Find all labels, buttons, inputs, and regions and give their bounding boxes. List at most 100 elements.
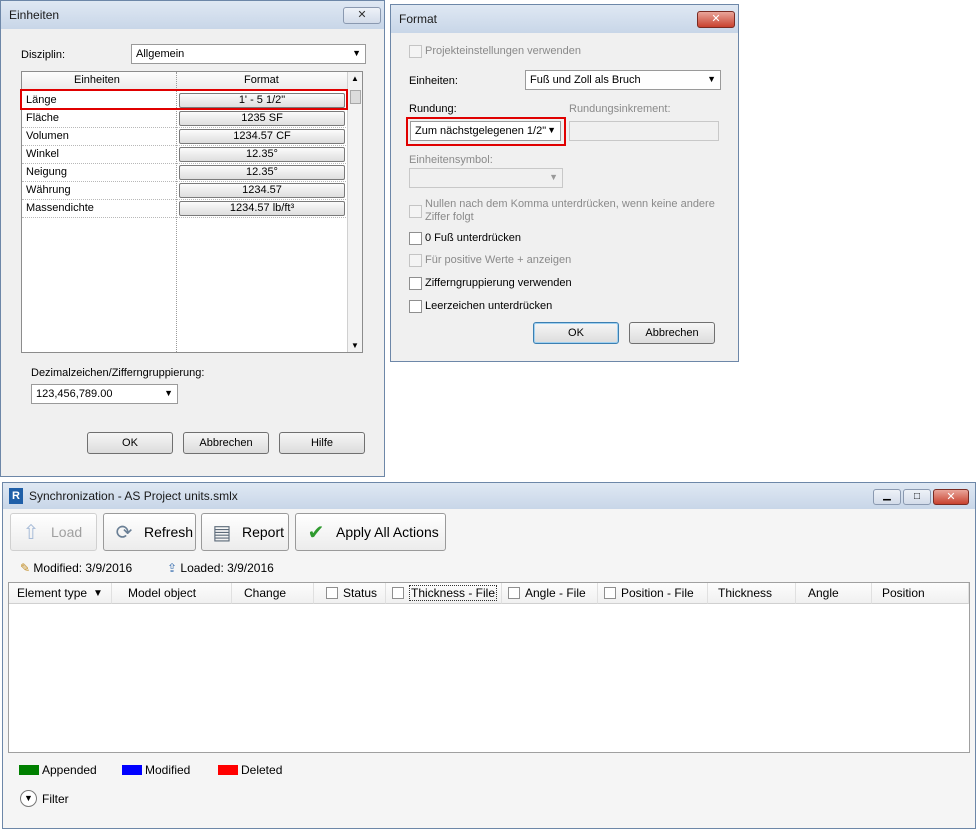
- col-thickness-file-label: Thickness - File: [409, 585, 498, 601]
- gruppierung-checkbox[interactable]: [409, 277, 422, 290]
- thickness-file-header-checkbox[interactable]: [392, 587, 404, 599]
- einheiten-title: Einheiten: [9, 8, 60, 22]
- sync-title: Synchronization - AS Project units.smlx: [29, 489, 238, 503]
- format-button[interactable]: 1235 SF: [179, 111, 345, 126]
- col-thickness-label: Thickness: [718, 586, 773, 600]
- rundungsinkrement-input[interactable]: [569, 121, 719, 141]
- apply-all-button[interactable]: ✔ Apply All Actions: [295, 513, 446, 551]
- format-button[interactable]: 1234.57: [179, 183, 345, 198]
- col-position-file[interactable]: Position - File: [598, 583, 708, 604]
- projekt-checkbox[interactable]: [409, 45, 422, 58]
- position-file-header-checkbox[interactable]: [604, 587, 616, 599]
- col-thickness-file[interactable]: Thickness - File: [386, 583, 502, 604]
- legend-appended-label: Appended: [42, 763, 97, 777]
- format-button[interactable]: 12.35°: [179, 165, 345, 180]
- unit-name: Neigung: [26, 166, 67, 178]
- refresh-icon: ⟳: [115, 521, 133, 544]
- nullen-label-line2: Ziffer folgt: [425, 211, 474, 223]
- disziplin-select[interactable]: Allgemein ▼: [131, 44, 366, 64]
- ok-button[interactable]: OK: [533, 322, 619, 344]
- einheiten-dialog: Einheiten ✕ Disziplin: Allgemein ▼ Einhe…: [0, 0, 385, 477]
- unit-name: Fläche: [26, 112, 60, 124]
- nullen-checkbox[interactable]: [409, 205, 422, 218]
- format-button[interactable]: 12.35°: [179, 147, 345, 162]
- maximize-icon[interactable]: □: [903, 489, 931, 505]
- highlight-rundung: [406, 117, 566, 146]
- unit-row-flaeche[interactable]: Fläche 1235 SF: [22, 110, 348, 128]
- col-position-file-label: Position - File: [621, 586, 694, 600]
- chevron-down-icon: ▼: [549, 172, 558, 182]
- report-label: Report: [242, 524, 285, 540]
- col-position-label: Position: [882, 586, 925, 600]
- decimal-select[interactable]: 123,456,789.00 ▼: [31, 384, 178, 404]
- unit-row-waehrung[interactable]: Währung 1234.57: [22, 182, 348, 200]
- col-status[interactable]: Status: [314, 583, 386, 604]
- legend-modified: Modified: [122, 763, 190, 777]
- cancel-button[interactable]: Abbrechen: [183, 432, 269, 454]
- sort-desc-icon: ▼: [93, 587, 103, 599]
- scroll-up-icon[interactable]: ▲: [351, 74, 359, 83]
- ok-button[interactable]: OK: [87, 432, 173, 454]
- gruppierung-label: Zifferngruppierung verwenden: [425, 277, 572, 289]
- format-button[interactable]: 1234.57 lb/ft³: [179, 201, 345, 216]
- highlight-laenge: [20, 89, 348, 110]
- loaded-icon: ⇪: [167, 561, 178, 575]
- report-button[interactable]: ▤ Report: [201, 513, 289, 551]
- col-model-object-label: Model object: [128, 586, 197, 600]
- help-button[interactable]: Hilfe: [279, 432, 365, 454]
- col-element-type[interactable]: Element type ▼: [9, 583, 112, 604]
- disziplin-label: Disziplin:: [21, 49, 66, 61]
- chevron-down-circle-icon: ▼: [20, 790, 37, 807]
- einheiten-value: Fuß und Zoll als Bruch: [530, 74, 641, 86]
- col-change-label: Change: [244, 586, 287, 600]
- col-angle-file[interactable]: Angle - File: [502, 583, 598, 604]
- close-icon[interactable]: ✕: [697, 11, 735, 28]
- filter-toggle[interactable]: ▼ Filter: [20, 790, 69, 807]
- positive-checkbox[interactable]: [409, 254, 422, 267]
- format-dialog: Format ✕ Projekteinstellungen verwenden …: [390, 4, 739, 362]
- unit-row-massendichte[interactable]: Massendichte 1234.57 lb/ft³: [22, 200, 348, 218]
- filter-label: Filter: [42, 791, 69, 806]
- col-element-type-label: Element type: [17, 586, 88, 600]
- apply-all-label: Apply All Actions: [336, 524, 439, 540]
- deleted-swatch: [218, 765, 238, 775]
- revit-app-icon: R: [9, 488, 23, 504]
- unit-row-winkel[interactable]: Winkel 12.35°: [22, 146, 348, 164]
- load-button[interactable]: ⇧ Load: [10, 513, 97, 551]
- col-angle[interactable]: Angle: [796, 583, 872, 604]
- leerzeichen-checkbox[interactable]: [409, 300, 422, 313]
- unit-name: Winkel: [26, 148, 60, 160]
- positive-label: Für positive Werte + anzeigen: [425, 254, 572, 266]
- unit-name: Volumen: [26, 130, 69, 142]
- loaded-label: Loaded: 3/9/2016: [180, 561, 274, 575]
- null-fuss-checkbox[interactable]: [409, 232, 422, 245]
- close-icon[interactable]: ✕: [933, 489, 969, 505]
- rundungsinkrement-label: Rundungsinkrement:: [569, 103, 671, 115]
- minimize-icon[interactable]: ▁: [873, 489, 901, 505]
- close-icon[interactable]: ✕: [343, 7, 381, 24]
- einheiten-select[interactable]: Fuß und Zoll als Bruch ▼: [525, 70, 721, 90]
- col-thickness[interactable]: Thickness: [708, 583, 796, 604]
- status-header-checkbox[interactable]: [326, 587, 338, 599]
- symbol-select[interactable]: ▼: [409, 168, 563, 188]
- cancel-button[interactable]: Abbrechen: [629, 322, 715, 344]
- format-button[interactable]: 1234.57 CF: [179, 129, 345, 144]
- grid-header: Einheiten Format: [22, 72, 348, 90]
- col-position[interactable]: Position: [872, 583, 969, 604]
- angle-file-header-checkbox[interactable]: [508, 587, 520, 599]
- vertical-scrollbar[interactable]: ▲ ▼: [347, 72, 362, 352]
- modified-info: ✎ Modified: 3/9/2016: [20, 561, 132, 575]
- sync-titlebar: R Synchronization - AS Project units.sml…: [3, 483, 975, 509]
- unit-name: Massendichte: [26, 202, 94, 214]
- scroll-down-icon[interactable]: ▼: [351, 341, 359, 350]
- unit-row-volumen[interactable]: Volumen 1234.57 CF: [22, 128, 348, 146]
- col-change[interactable]: Change: [232, 583, 314, 604]
- refresh-button[interactable]: ⟳ Refresh: [103, 513, 196, 551]
- scroll-thumb[interactable]: [350, 90, 361, 104]
- col-angle-file-label: Angle - File: [525, 586, 586, 600]
- load-icon: ⇧: [22, 521, 40, 544]
- unit-row-neigung[interactable]: Neigung 12.35°: [22, 164, 348, 182]
- col-model-object[interactable]: Model object: [112, 583, 232, 604]
- decimal-value: 123,456,789.00: [36, 388, 113, 400]
- leerzeichen-label: Leerzeichen unterdrücken: [425, 300, 553, 312]
